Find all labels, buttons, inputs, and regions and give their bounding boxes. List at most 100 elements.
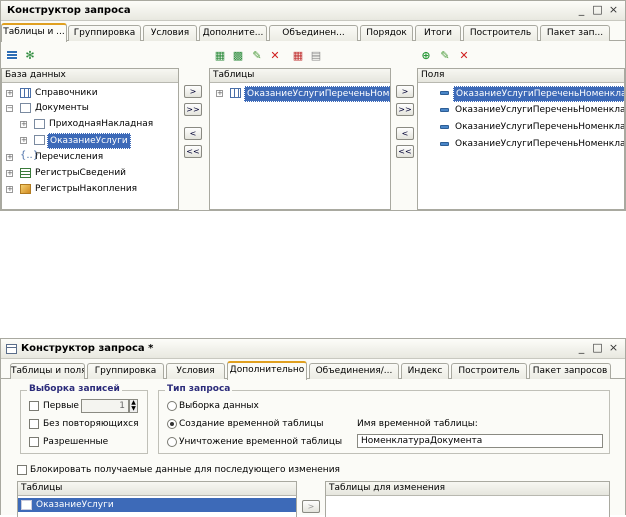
tab-additional[interactable]: Дополнительно <box>227 361 307 380</box>
database-panel[interactable]: База данных + Справочники − Документы + … <box>1 68 179 210</box>
maximize-button[interactable]: □ <box>592 4 603 16</box>
query-builder-window-modified: Конструктор запроса * _ □ × Таблицы и по… <box>0 338 626 517</box>
tab-conditions[interactable]: Условия <box>143 25 197 41</box>
delete-field-button[interactable]: ✕ <box>457 48 471 62</box>
document-icon <box>21 500 32 510</box>
info-register-icon <box>20 168 31 178</box>
list-view-button[interactable] <box>5 48 19 62</box>
pencil-icon: ✎ <box>252 48 262 62</box>
tables-panel-header: Таблицы <box>18 482 296 496</box>
window-title: Конструктор запроса <box>7 5 131 16</box>
edit-table-button[interactable]: ✎ <box>250 48 264 62</box>
pencil-icon: ✎ <box>440 48 450 62</box>
minimize-button[interactable]: _ <box>576 4 587 16</box>
field-item-label: ОказаниеУслугиПереченьНоменклату <box>455 105 625 115</box>
field-icon <box>440 142 449 146</box>
fields-panel[interactable]: Поля ОказаниеУслугиПереченьНоменклату Ок… <box>417 68 625 210</box>
move-all-left-button[interactable]: << <box>184 145 202 158</box>
tab-order[interactable]: Порядок <box>360 25 413 41</box>
expand-icon[interactable]: + <box>6 154 13 161</box>
tab-conditions[interactable]: Условия <box>166 363 225 379</box>
list-icon <box>7 50 17 60</box>
tab-grouping[interactable]: Группировка <box>68 25 141 41</box>
collapse-icon[interactable]: − <box>6 105 13 112</box>
tab-tables-and-fields[interactable]: Таблицы и ... <box>1 23 67 42</box>
document-icon <box>34 119 45 129</box>
remove-field-button[interactable]: < <box>396 127 414 140</box>
maximize-button[interactable]: □ <box>592 342 603 354</box>
tree-item-label: Справочники <box>35 88 98 98</box>
tab-unions[interactable]: Объединения/... <box>309 363 399 379</box>
expand-icon[interactable]: + <box>6 170 13 177</box>
close-button[interactable]: × <box>608 4 619 16</box>
field-item-label: ОказаниеУслугиПереченьНоменклату <box>455 122 625 132</box>
edit-field-button[interactable]: ✎ <box>438 48 452 62</box>
drop-temp-table-radio[interactable] <box>167 437 177 447</box>
tab-additional[interactable]: Дополните... <box>199 25 267 41</box>
first-count-input[interactable]: 1 <box>81 399 129 413</box>
query-type-group-label: Тип запроса <box>165 384 233 394</box>
allowed-label: Разрешенные <box>43 437 109 447</box>
replace-table-button[interactable]: ▦ <box>291 48 305 62</box>
move-all-right-button[interactable]: >> <box>184 103 202 116</box>
tables-for-change-panel[interactable]: Таблицы для изменения <box>325 481 610 517</box>
query-type-group: Тип запроса Выборка данных Создание врем… <box>158 384 610 454</box>
move-right-button[interactable]: > <box>184 85 202 98</box>
expand-icon[interactable]: + <box>20 121 27 128</box>
rename-icon: ▤ <box>310 48 322 62</box>
delete-icon: ✕ <box>270 48 280 62</box>
table-item-selected[interactable]: ОказаниеУслуги <box>18 498 296 512</box>
select-data-radio[interactable] <box>167 401 177 411</box>
add-all-fields-button[interactable]: >> <box>396 103 414 116</box>
first-checkbox[interactable] <box>29 401 39 411</box>
rename-table-button[interactable]: ▤ <box>309 48 323 62</box>
expand-icon[interactable]: + <box>6 186 13 193</box>
expand-icon[interactable]: + <box>20 137 27 144</box>
tab-grouping[interactable]: Группировка <box>87 363 164 379</box>
minimize-button[interactable]: _ <box>576 342 587 354</box>
add-table-button[interactable]: ▦ <box>213 48 227 62</box>
move-to-change-button[interactable]: > <box>302 500 320 513</box>
delete-table-button[interactable]: ✕ <box>268 48 282 62</box>
expand-icon[interactable]: + <box>216 90 223 97</box>
tables-panel[interactable]: Таблицы ОказаниеУслуги <box>17 481 297 517</box>
tab-unions[interactable]: Объединен... <box>269 25 358 41</box>
tree-search-icon: ✻ <box>25 48 35 62</box>
table-item-label-selected: ОказаниеУслугиПереченьНоменк <box>244 86 390 102</box>
distinct-label: Без повторяющихся <box>43 419 139 429</box>
title-bar[interactable]: Конструктор запроса _ □ × <box>1 1 625 21</box>
lock-data-checkbox[interactable] <box>17 465 27 475</box>
temp-table-name-input[interactable]: НоменклатураДокумента <box>357 434 603 448</box>
find-button[interactable]: ✻ <box>23 48 37 62</box>
tables-panel[interactable]: Таблицы + ОказаниеУслугиПереченьНоменк <box>209 68 391 210</box>
add-table-icon: ▦ <box>214 48 226 62</box>
allowed-checkbox[interactable] <box>29 437 39 447</box>
add-nested-query-button[interactable]: ▩ <box>231 48 245 62</box>
delete-icon: ✕ <box>459 48 469 62</box>
tab-bar: Таблицы и ... Группировка Условия Дополн… <box>1 23 625 42</box>
create-temp-table-radio[interactable] <box>167 419 177 429</box>
title-bar[interactable]: Конструктор запроса * _ □ × <box>1 339 625 359</box>
add-field-right-button[interactable]: > <box>396 85 414 98</box>
query-builder-window: Конструктор запроса _ □ × Таблицы и ... … <box>0 0 626 211</box>
remove-all-fields-button[interactable]: << <box>396 145 414 158</box>
move-left-button[interactable]: < <box>184 127 202 140</box>
tree-item-label: Перечисления <box>35 152 104 162</box>
nested-query-icon: ▩ <box>232 48 244 62</box>
tab-builder[interactable]: Построитель <box>463 25 538 41</box>
tree-item-label: РегистрыСведений <box>35 168 127 178</box>
tab-query-batch[interactable]: Пакет запросов <box>529 363 611 379</box>
table-icon <box>230 88 241 98</box>
tab-builder[interactable]: Построитель <box>451 363 527 379</box>
close-button[interactable]: × <box>608 342 619 354</box>
selection-group: Выборка записей Первые 1 ▲ ▼ Без повторяю… <box>20 384 148 454</box>
add-field-button[interactable]: ⊕ <box>419 48 433 62</box>
first-count-spinner[interactable]: ▲ ▼ <box>129 399 138 413</box>
expand-icon[interactable]: + <box>6 90 13 97</box>
tab-totals[interactable]: Итоги <box>415 25 461 41</box>
tab-index[interactable]: Индекс <box>401 363 449 379</box>
tab-query-batch[interactable]: Пакет зап... <box>540 25 610 41</box>
tab-tables-and-fields[interactable]: Таблицы и поля <box>10 363 85 379</box>
first-label: Первые <box>43 401 79 411</box>
distinct-checkbox[interactable] <box>29 419 39 429</box>
